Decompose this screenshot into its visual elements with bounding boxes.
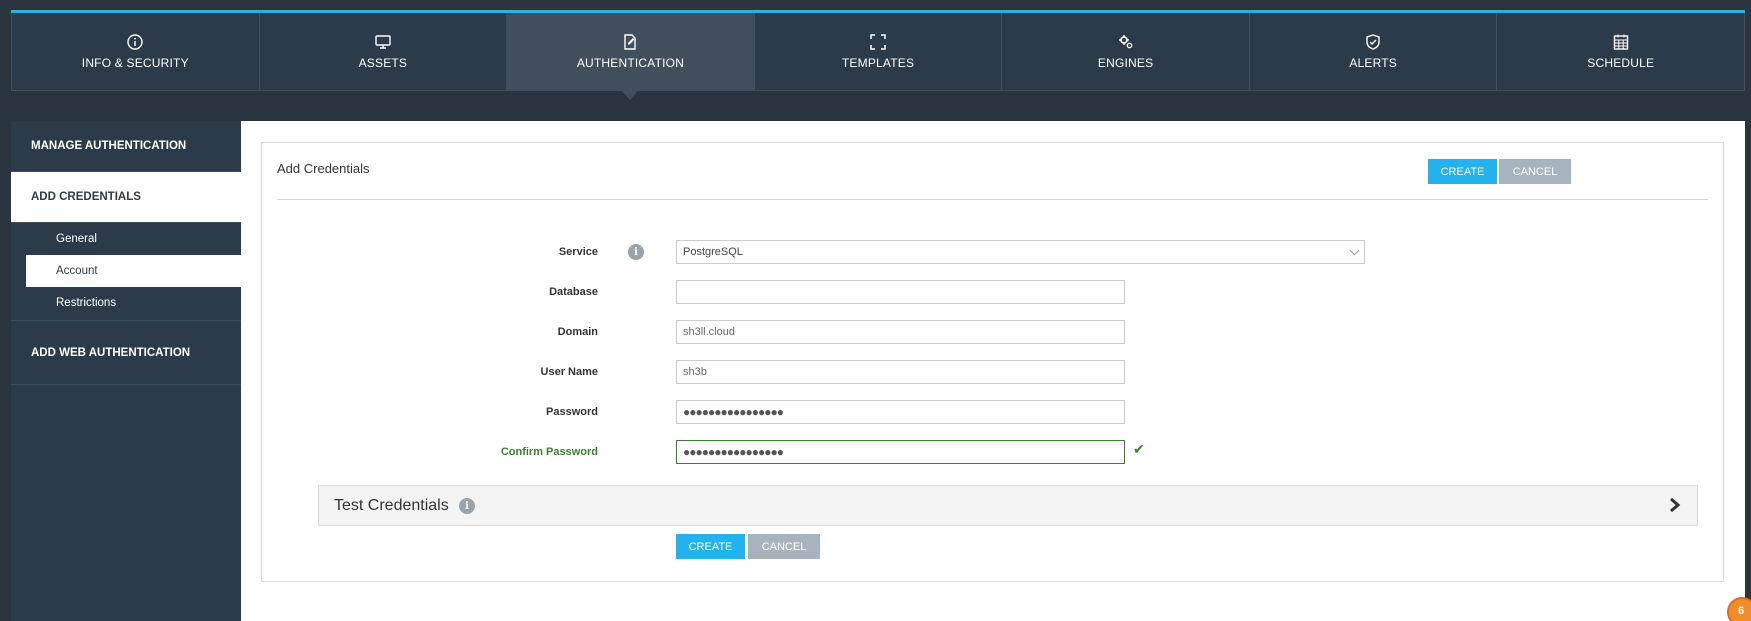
sidebar-subnav: General Account Restrictions — [11, 223, 241, 321]
add-credentials-panel: Add Credentials CREATE CANCEL Service i … — [261, 142, 1724, 582]
service-select[interactable]: PostgreSQL — [676, 240, 1365, 264]
domain-input[interactable]: sh3ll.cloud — [676, 320, 1125, 344]
username-input[interactable]: sh3b — [676, 360, 1125, 384]
frame-brackets-icon — [869, 33, 887, 51]
notification-badge[interactable]: 6 — [1727, 597, 1751, 621]
tab-engines[interactable]: ENGINES — [1002, 13, 1250, 91]
password-input[interactable]: ●●●●●●●●●●●●●●●● — [676, 400, 1125, 424]
gears-icon — [1117, 33, 1135, 51]
test-credentials-accordion[interactable]: Test Credentials i — [318, 485, 1698, 526]
create-button-bottom[interactable]: CREATE — [676, 534, 745, 559]
sidebar-subitem-general[interactable]: General — [26, 223, 241, 255]
sidebar-item-add-credentials[interactable]: ADD CREDENTIALS — [11, 172, 241, 223]
divider — [277, 199, 1708, 200]
panel-title: Add Credentials — [277, 161, 370, 176]
service-value: PostgreSQL — [683, 246, 743, 258]
tab-templates[interactable]: TEMPLATES — [754, 13, 1003, 91]
domain-row: Domain sh3ll.cloud — [262, 320, 1722, 344]
top-nav: INFO & SECURITY ASSETS AUTHENTICATION TE… — [11, 10, 1746, 100]
cancel-button-top[interactable]: CANCEL — [1499, 159, 1571, 184]
database-row: Database — [262, 280, 1722, 304]
confirm-password-input[interactable]: ●●●●●●●●●●●●●●●● — [676, 440, 1125, 464]
tab-label: TEMPLATES — [841, 56, 915, 70]
username-label: User Name — [540, 366, 598, 378]
confirm-password-row: Confirm Password ●●●●●●●●●●●●●●●● ✔ — [262, 440, 1722, 464]
confirm-password-label: Confirm Password — [500, 446, 598, 458]
tab-assets[interactable]: ASSETS — [259, 13, 508, 91]
service-info-icon[interactable]: i — [628, 244, 644, 260]
service-row: Service i PostgreSQL — [262, 240, 1722, 264]
shield-check-icon — [1364, 33, 1382, 51]
tab-label: INFO & SECURITY — [81, 56, 189, 70]
chevron-right-icon — [1670, 497, 1681, 513]
calendar-icon — [1612, 33, 1630, 51]
database-label: Database — [549, 286, 598, 298]
create-button-top[interactable]: CREATE — [1428, 159, 1497, 184]
chevron-down-icon — [1349, 245, 1360, 256]
sidebar-subitem-restrictions[interactable]: Restrictions — [26, 287, 241, 319]
main-content: Add Credentials CREATE CANCEL Service i … — [241, 121, 1745, 621]
test-credentials-info-icon[interactable]: i — [459, 498, 475, 514]
sidebar: MANAGE AUTHENTICATION ADD CREDENTIALS Ge… — [11, 121, 241, 621]
tab-label: ENGINES — [1097, 56, 1154, 70]
tab-label: AUTHENTICATION — [576, 56, 685, 70]
test-credentials-label: Test Credentials — [334, 497, 449, 514]
database-input[interactable] — [676, 280, 1125, 304]
cancel-button-bottom[interactable]: CANCEL — [748, 534, 820, 559]
service-label: Service — [558, 246, 598, 258]
tab-label: ASSETS — [358, 56, 408, 70]
sidebar-item-manage-authentication[interactable]: MANAGE AUTHENTICATION — [11, 121, 241, 172]
tab-alerts[interactable]: ALERTS — [1249, 13, 1498, 91]
password-label: Password — [546, 406, 598, 418]
tab-authentication[interactable]: AUTHENTICATION — [507, 13, 755, 100]
tab-label: ALERTS — [1349, 56, 1398, 70]
tab-info-security[interactable]: INFO & SECURITY — [11, 13, 260, 91]
sidebar-item-add-web-authentication[interactable]: ADD WEB AUTHENTICATION — [11, 321, 241, 385]
info-circle-icon — [126, 33, 144, 51]
password-row: Password ●●●●●●●●●●●●●●●● — [262, 400, 1722, 424]
domain-label: Domain — [557, 326, 598, 338]
monitor-icon — [374, 33, 392, 51]
username-row: User Name sh3b — [262, 360, 1722, 384]
tab-label: SCHEDULE — [1587, 56, 1655, 70]
tab-schedule[interactable]: SCHEDULE — [1497, 13, 1746, 91]
sidebar-subitem-account[interactable]: Account — [26, 255, 241, 287]
checkmark-icon: ✔ — [1133, 441, 1145, 457]
edit-document-icon — [621, 33, 639, 51]
